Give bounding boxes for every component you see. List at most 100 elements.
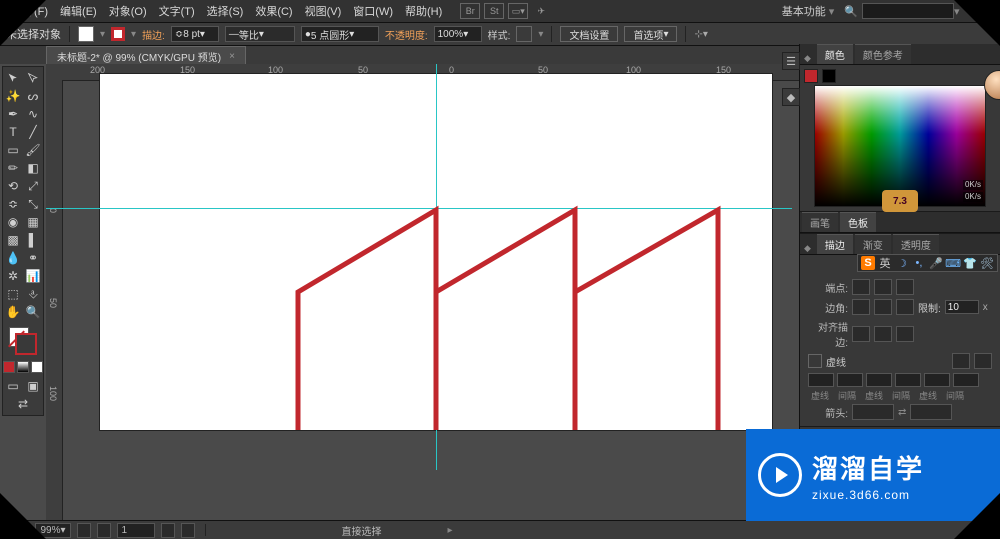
workspace-switcher[interactable]: 基本功能 ▾	[782, 3, 835, 19]
dashed-checkbox[interactable]	[808, 354, 822, 368]
canvas-area[interactable]: 200 150 100 50 0 50 100 150 0 50 100	[46, 64, 800, 521]
join-bevel[interactable]	[896, 299, 914, 315]
gpu-icon[interactable]: ✈	[532, 4, 550, 18]
eraser-tool[interactable]: ◧	[23, 159, 43, 177]
miter-limit-input[interactable]	[945, 300, 979, 314]
menu-select[interactable]: 选择(S)	[201, 3, 250, 19]
stroke-profile[interactable]: — 等比 ▾	[225, 26, 295, 42]
screen-mode-full[interactable]: ▣	[23, 377, 43, 395]
menu-object[interactable]: 对象(O)	[103, 3, 153, 19]
ruler-vertical[interactable]: 0 50 100	[46, 80, 63, 521]
curvature-tool[interactable]: ∿	[23, 105, 43, 123]
edit-toggle[interactable]: ⇄	[3, 395, 43, 413]
align-center[interactable]	[852, 326, 870, 342]
width-tool[interactable]: ≎	[3, 195, 23, 213]
ruler-origin[interactable]	[46, 64, 63, 81]
tab-stroke[interactable]: 描边	[817, 234, 853, 254]
style-label[interactable]: 样式:	[488, 27, 511, 42]
opacity-label[interactable]: 不透明度:	[385, 27, 428, 42]
hand-tool[interactable]: ✋	[3, 303, 23, 321]
color-spectrum[interactable]: 0K/s 0K/s 7.3	[814, 85, 986, 207]
rotate-tool[interactable]: ⟲	[3, 177, 23, 195]
next-artboard-button[interactable]	[161, 523, 175, 538]
menu-window[interactable]: 窗口(W)	[347, 3, 399, 19]
tab-gradient[interactable]: 渐变	[855, 234, 891, 254]
tab-color[interactable]: 颜色	[817, 44, 853, 64]
paintbrush-tool[interactable]: 🖌	[23, 141, 43, 159]
blend-tool[interactable]: ⚭	[23, 249, 43, 267]
artboard[interactable]	[100, 74, 772, 430]
prefs-button[interactable]: 首选项 ▾	[624, 26, 677, 42]
prev-artboard-button[interactable]	[97, 523, 111, 538]
bridge-icon[interactable]: Br	[460, 3, 480, 19]
dock-color-icon[interactable]: ◆	[782, 88, 800, 106]
align-outside[interactable]	[896, 326, 914, 342]
gradient-tool[interactable]: ▌	[23, 231, 43, 249]
panel-flyout-icon[interactable]: ◆	[804, 53, 811, 64]
stock-icon[interactable]: St	[484, 3, 504, 19]
tab-color-guide[interactable]: 颜色参考	[855, 44, 911, 64]
arrange-icon[interactable]: ▭▾	[508, 3, 528, 19]
selection-tool[interactable]	[3, 69, 23, 87]
first-artboard-button[interactable]	[77, 523, 91, 538]
rectangle-tool[interactable]: ▭	[3, 141, 23, 159]
stroke-label[interactable]: 描边:	[142, 27, 165, 42]
stroke-swatch[interactable]	[111, 27, 125, 41]
dash-align[interactable]	[974, 353, 992, 369]
magic-wand-tool[interactable]: ✨	[3, 87, 23, 105]
arrow-start[interactable]	[852, 404, 894, 420]
tab-swatches[interactable]: 色板	[840, 212, 876, 232]
ime-logo-icon[interactable]: S	[861, 256, 875, 270]
tab-brushes[interactable]: 画笔	[802, 212, 838, 232]
document-tab[interactable]: 未标题-2* @ 99% (CMYK/GPU 预览) ×	[46, 46, 246, 66]
panel-flyout-icon[interactable]: ◆	[804, 243, 811, 254]
perspective-tool[interactable]: ▦	[23, 213, 43, 231]
ime-mic-icon[interactable]: 🎤	[929, 256, 943, 270]
join-miter[interactable]	[852, 299, 870, 315]
screen-mode-normal[interactable]: ▭	[3, 377, 23, 395]
zoom-tool[interactable]: 🔍	[23, 303, 43, 321]
menu-type[interactable]: 文字(T)	[153, 3, 201, 19]
dash-inputs[interactable]	[804, 371, 996, 389]
fill-stroke-control[interactable]	[3, 325, 43, 357]
eyedropper-tool[interactable]: 💧	[3, 249, 23, 267]
doc-setup-button[interactable]: 文档设置	[560, 26, 618, 42]
lasso-tool[interactable]: ᔕ	[23, 87, 43, 105]
cap-round[interactable]	[874, 279, 892, 295]
slice-tool[interactable]: ⎀	[23, 285, 43, 303]
ime-lang[interactable]: 英	[878, 256, 892, 270]
fill-swatch[interactable]	[78, 26, 94, 42]
align-inside[interactable]	[874, 326, 892, 342]
brush-def[interactable]: ● 5 点圆形 ▾	[301, 26, 379, 42]
pen-tool[interactable]: ✒	[3, 105, 23, 123]
type-tool[interactable]: T	[3, 123, 23, 141]
direct-selection-tool[interactable]	[23, 69, 43, 87]
cap-projecting[interactable]	[896, 279, 914, 295]
artboard-tool[interactable]: ⬚	[3, 285, 23, 303]
line-tool[interactable]: ╱	[23, 123, 43, 141]
shape-builder-tool[interactable]: ◉	[3, 213, 23, 231]
tab-transparency[interactable]: 透明度	[893, 234, 939, 254]
close-tab-icon[interactable]: ×	[229, 51, 235, 62]
last-artboard-button[interactable]	[181, 523, 195, 538]
transform-icon[interactable]: ⊹▾	[694, 29, 707, 40]
graph-tool[interactable]: 📊	[23, 267, 43, 285]
symbol-sprayer-tool[interactable]: ✲	[3, 267, 23, 285]
artboard-number[interactable]: 1	[117, 523, 155, 538]
menu-view[interactable]: 视图(V)	[299, 3, 348, 19]
menu-effect[interactable]: 效果(C)	[249, 3, 298, 19]
cap-butt[interactable]	[852, 279, 870, 295]
opacity-input[interactable]: 100% ▾	[434, 26, 482, 42]
ime-punct-icon[interactable]: •,	[912, 256, 926, 270]
join-round[interactable]	[874, 299, 892, 315]
search-input[interactable]	[862, 3, 954, 19]
mesh-tool[interactable]: ▩	[3, 231, 23, 249]
dash-preserve[interactable]	[952, 353, 970, 369]
arrow-end[interactable]	[910, 404, 952, 420]
ime-skin-icon[interactable]: 👕	[963, 256, 977, 270]
status-dropdown-icon[interactable]: ▸	[448, 525, 453, 536]
scale-tool[interactable]: ⤢	[23, 177, 43, 195]
dock-libraries-icon[interactable]: ☰	[782, 52, 800, 70]
current-fill-swatch[interactable]	[804, 69, 818, 83]
current-stroke-swatch[interactable]	[822, 69, 836, 83]
